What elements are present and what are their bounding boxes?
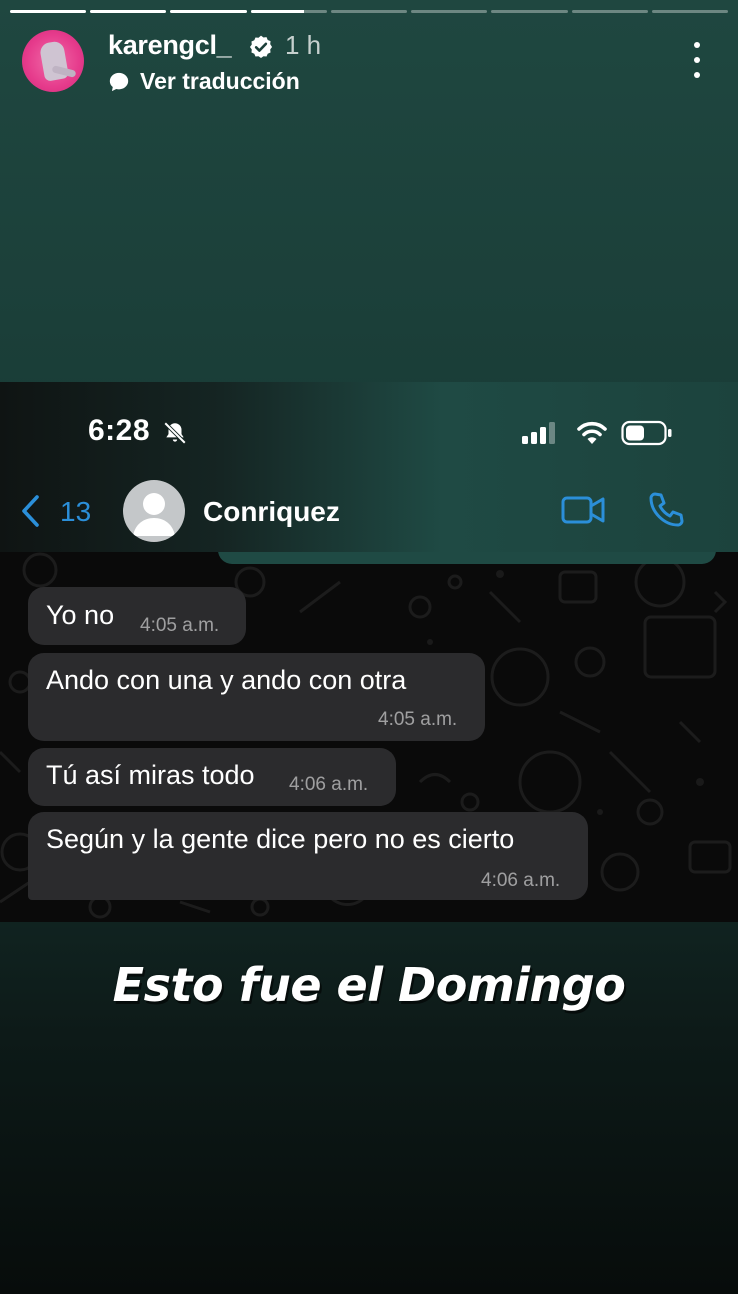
message-time: 4:06 a.m. xyxy=(289,774,369,795)
story-progress-segment xyxy=(571,10,648,13)
story-progress-segment xyxy=(250,10,327,13)
status-time: 6:28 xyxy=(88,414,151,447)
outgoing-message-partial xyxy=(218,552,716,564)
message-text: Según y la gente dice pero no es cierto xyxy=(46,824,515,854)
message-time: 4:06 a.m. xyxy=(481,870,561,891)
default-person-icon xyxy=(133,493,175,536)
message-text: Tú así miras todo xyxy=(46,760,255,790)
message-time: 4:05 a.m. xyxy=(378,709,458,730)
screenshot-header: 6:28 13 Conriquez xyxy=(0,382,738,552)
story-progress-segment xyxy=(330,10,408,13)
story-header: karengcl_ 1 h Ver traducción xyxy=(22,28,716,98)
more-vertical-icon[interactable] xyxy=(692,42,702,78)
chat-area: Yo no 4:05 a.m. Ando con una y ando con … xyxy=(0,552,738,922)
story-progress-segment xyxy=(491,10,568,13)
wifi-icon xyxy=(577,421,607,444)
message-bubble[interactable]: Tú así miras todo 4:06 a.m. xyxy=(28,748,396,806)
message-time: 4:05 a.m. xyxy=(140,615,220,636)
back-unread-count[interactable]: 13 xyxy=(60,496,91,528)
story-progress-segment xyxy=(411,10,488,13)
story-progress-segment xyxy=(170,10,247,13)
chat-screenshot: 6:28 13 Conriquez Yo no 4:05 a.m. Ando c… xyxy=(0,382,738,922)
message-bubble[interactable]: Yo no 4:05 a.m. xyxy=(28,587,246,645)
message-text: Yo no xyxy=(46,600,115,630)
story-time-ago: 1 h xyxy=(285,30,322,60)
battery-icon xyxy=(621,420,672,446)
phone-call-icon[interactable] xyxy=(646,490,686,530)
story-progress-segment xyxy=(10,10,87,13)
story-progress-bar xyxy=(10,10,728,13)
signal-icon xyxy=(522,422,555,444)
message-text: Ando con una y ando con otra xyxy=(46,665,407,695)
speech-bubble-icon xyxy=(109,72,129,91)
story-progress-segment xyxy=(651,10,728,13)
username[interactable]: karengcl_ xyxy=(108,30,232,61)
translate-label: Ver traducción xyxy=(140,68,300,94)
video-call-icon[interactable] xyxy=(560,492,608,528)
contact-name[interactable]: Conriquez xyxy=(203,496,340,528)
verified-badge-icon xyxy=(249,35,273,59)
profile-avatar[interactable] xyxy=(22,30,84,92)
message-bubble[interactable]: Según y la gente dice pero no es cierto … xyxy=(28,812,588,900)
bell-slash-icon xyxy=(163,421,187,445)
story-caption: Esto fue el Domingo xyxy=(112,958,626,1012)
message-bubble[interactable]: Ando con una y ando con otra 4:05 a.m. xyxy=(28,653,485,741)
story-progress-segment xyxy=(90,10,167,13)
back-chevron-icon[interactable] xyxy=(18,494,44,528)
translate-button[interactable]: Ver traducción xyxy=(108,68,300,95)
contact-avatar[interactable] xyxy=(123,480,185,542)
